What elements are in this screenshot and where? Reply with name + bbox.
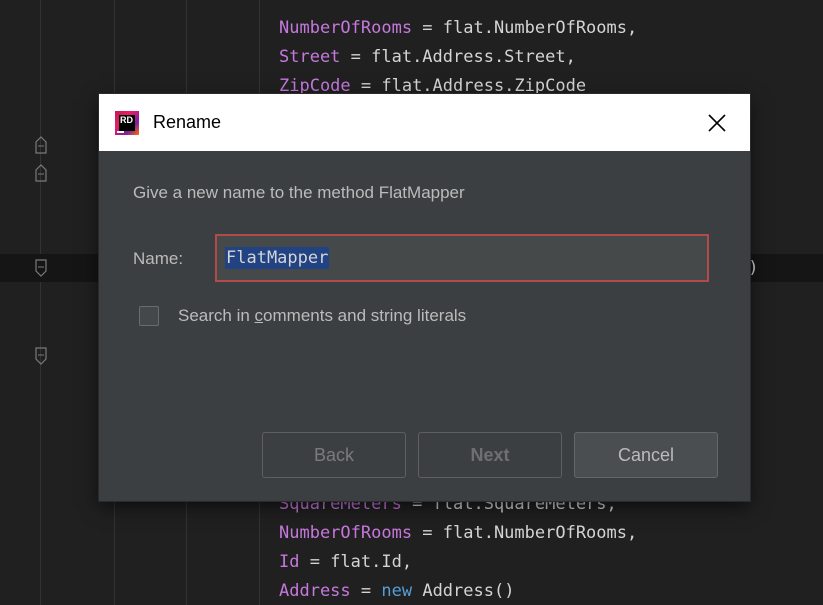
fold-marker-icon[interactable] [35,259,47,277]
code-property: Street [279,47,341,67]
code-line: Street = flat.Address.Street, [279,45,576,69]
name-input-value: FlatMapper [225,247,330,269]
code-type: Address() [412,581,515,601]
dialog-titlebar[interactable]: RD Rename [99,94,750,151]
code-property: NumberOfRooms [279,523,413,543]
close-button[interactable] [700,106,734,140]
next-button[interactable]: Next [418,432,562,478]
fold-marker-icon[interactable] [35,136,47,154]
back-button[interactable]: Back [262,432,406,478]
name-input[interactable]: FlatMapper [215,234,709,282]
code-line: Address = new Address() [279,579,514,603]
code-line: Id = flat.Id, [279,550,412,574]
rider-logo-icon: RD [115,111,139,135]
name-label: Name: [133,249,184,268]
search-comments-checkbox[interactable] [139,306,159,326]
code-text: = flat.NumberOfRooms, [412,523,638,543]
code-property: Address [279,581,351,601]
search-comments-label[interactable]: Search in comments and string literals [178,306,466,326]
code-text: = flat.NumberOfRooms, [412,18,638,38]
dialog-title: Rename [153,112,222,132]
cancel-button[interactable]: Cancel [574,432,718,478]
fold-marker-icon[interactable] [35,164,47,182]
code-line: NumberOfRooms = flat.NumberOfRooms, [279,521,637,545]
search-comments-option[interactable]: Search in comments and string literals [139,306,466,326]
dialog-description: Give a new name to the method FlatMapper [133,183,465,202]
code-text: = [350,581,382,601]
checkbox-label-mnemonic: c [254,306,264,325]
checkbox-label-start: Search in [178,306,255,325]
code-text: = flat.Address.Street, [340,47,576,67]
code-text: = flat.Id, [299,552,413,572]
code-property: Id [279,552,300,572]
fold-marker-icon[interactable] [35,347,47,365]
checkbox-label-end: omments and string literals [263,306,467,325]
rename-dialog: RD Rename Give a new name to the method … [99,94,750,501]
code-property: NumberOfRooms [279,18,413,38]
code-line: NumberOfRooms = flat.NumberOfRooms, [279,16,637,40]
gutter-divider [40,0,41,605]
code-text: = flat.Address.ZipCode [350,76,587,96]
code-property: ZipCode [279,76,351,96]
close-icon [708,114,726,132]
code-keyword: new [381,581,413,601]
